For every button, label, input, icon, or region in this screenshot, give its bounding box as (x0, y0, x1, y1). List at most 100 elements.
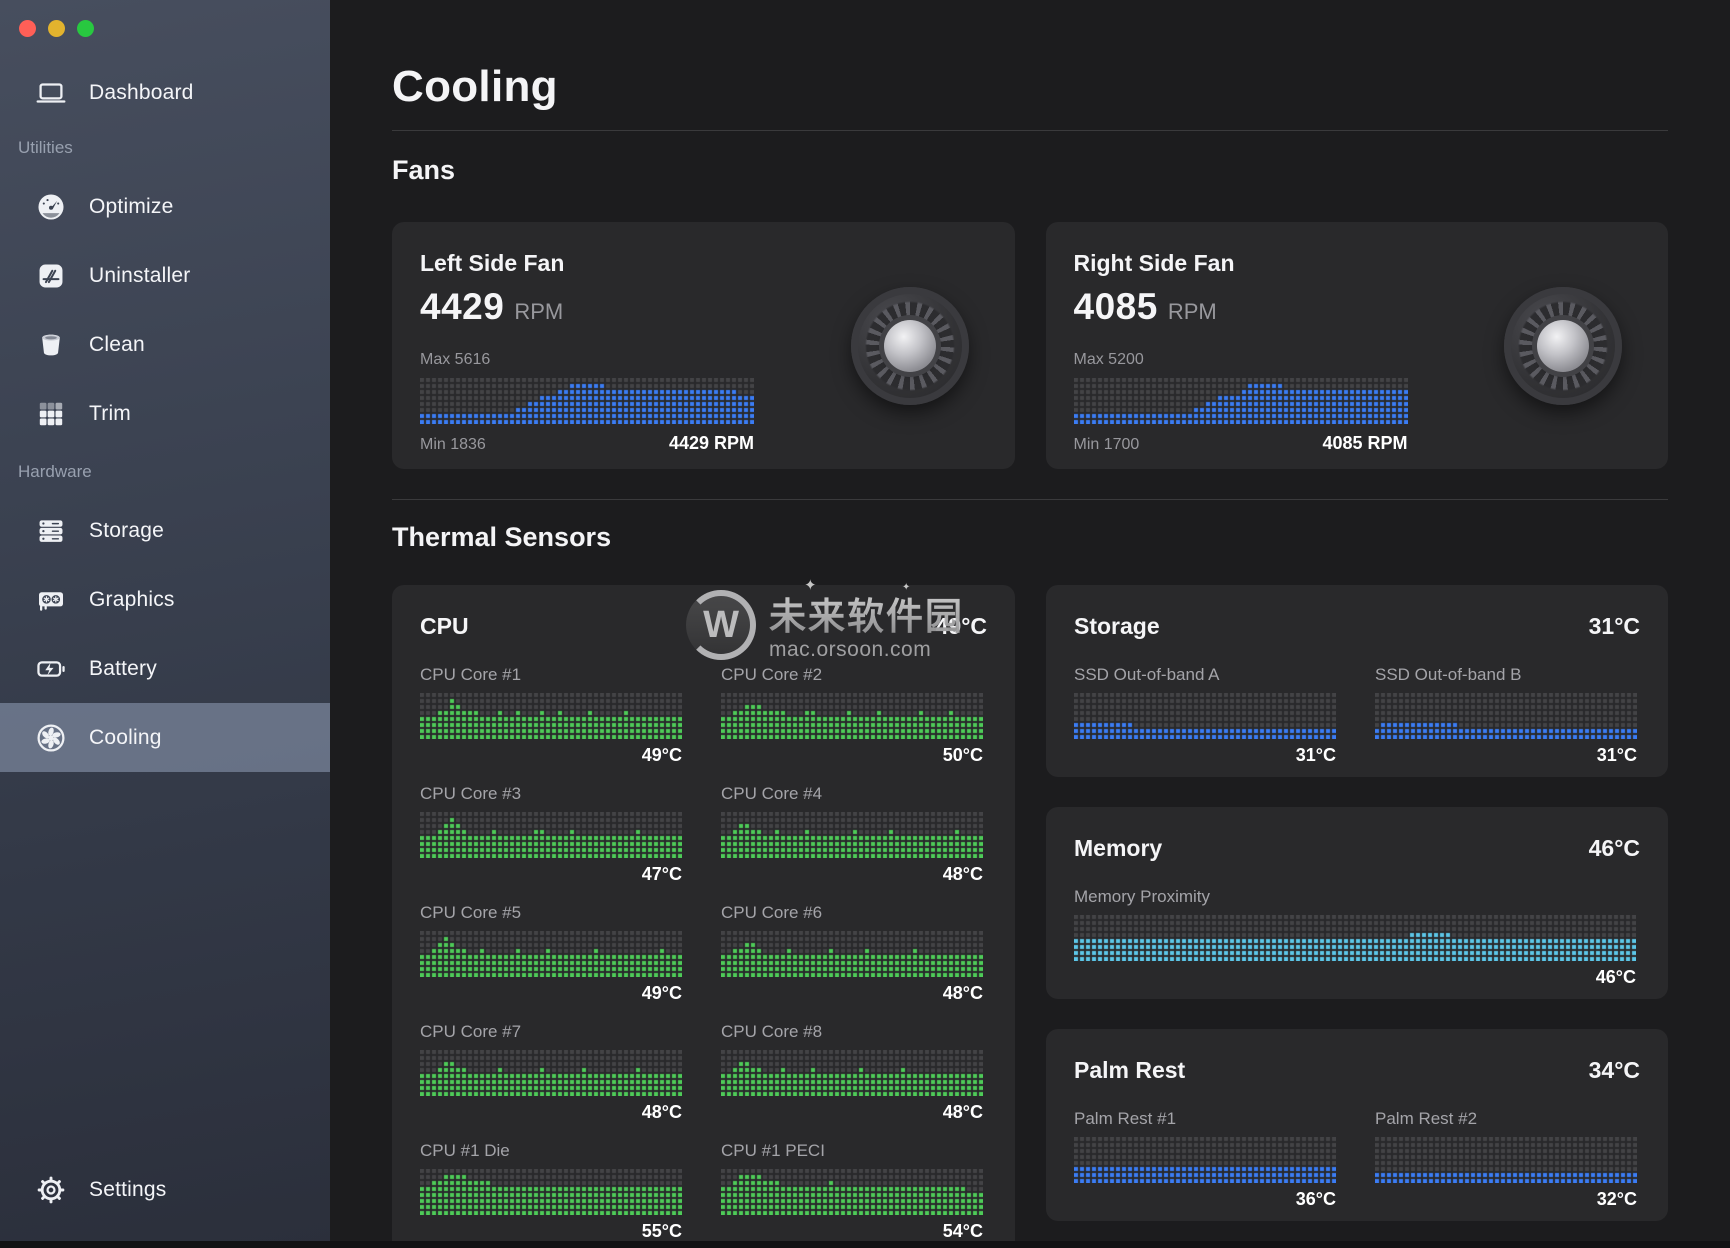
sensor-temp: 55°C (420, 1221, 682, 1242)
card-temp: 46°C (1589, 835, 1640, 862)
sensor-block: CPU Core #1 49°C (420, 665, 682, 766)
sensor-temp: 54°C (721, 1221, 983, 1242)
sidebar-nav: Dashboard Utilities Optimize Uninstaller… (0, 62, 330, 772)
fan-image (851, 287, 969, 405)
window-controls (19, 20, 94, 37)
laptop-icon (34, 76, 68, 110)
fan-rpm-value: 4085 (1074, 286, 1158, 327)
card-title: Memory (1074, 835, 1162, 862)
left-fan-history-chart (420, 378, 754, 424)
fan-min-label: Min 1836 (420, 436, 486, 454)
minimize-button[interactable] (48, 20, 65, 37)
sensor-block: Memory Proximity 46°C (1074, 887, 1636, 988)
sensor-temp: 32°C (1375, 1189, 1637, 1210)
sensor-temp: 46°C (1074, 967, 1636, 988)
sensor-history-chart (1375, 693, 1637, 739)
sidebar-item-uninstaller[interactable]: Uninstaller (0, 241, 330, 310)
divider (392, 499, 1668, 500)
appstore-icon (34, 259, 68, 293)
sensor-block: CPU Core #2 50°C (721, 665, 983, 766)
fans-section-title: Fans (392, 155, 1668, 186)
sensor-label: CPU Core #1 (420, 665, 682, 685)
storage-sensors-card: Storage 31°C SSD Out-of-band A31°C SSD Ou… (1046, 585, 1668, 777)
sensor-history-chart (420, 812, 682, 858)
sensor-temp: 49°C (420, 983, 682, 1004)
left-fan-card: Left Side Fan 4429RPM Max 5616 Min 1836 … (392, 222, 1015, 469)
sidebar-item-label: Cooling (89, 726, 162, 750)
sensor-history-chart (1074, 693, 1336, 739)
sensor-history-chart (420, 1050, 682, 1096)
sensor-block: CPU #1 Die 55°C (420, 1141, 682, 1242)
sidebar-item-storage[interactable]: Storage (0, 496, 330, 565)
fan-name: Right Side Fan (1074, 250, 1641, 277)
sensor-label: CPU #1 Die (420, 1141, 682, 1161)
sensor-block: CPU Core #748°C (420, 1022, 682, 1123)
fan-rpm-unit: RPM (1168, 299, 1217, 324)
fan-rpm-value: 4429 (420, 286, 504, 327)
sidebar-item-label: Storage (89, 519, 164, 543)
fan-name: Left Side Fan (420, 250, 987, 277)
card-title: CPU (420, 613, 469, 640)
sensor-history-chart (1375, 1137, 1637, 1183)
card-temp: 34°C (1589, 1057, 1640, 1084)
sidebar-item-label: Optimize (89, 195, 173, 219)
sidebar-item-dashboard[interactable]: Dashboard (0, 62, 330, 124)
sensor-block: CPU Core #5 49°C (420, 903, 682, 1004)
memory-sensors-card: Memory 46°C Memory Proximity 46°C (1046, 807, 1668, 999)
sidebar-item-optimize[interactable]: Optimize (0, 172, 330, 241)
sidebar-item-battery[interactable]: Battery (0, 634, 330, 703)
sidebar-item-cooling[interactable]: Cooling (0, 703, 330, 772)
fan-icon (34, 721, 68, 755)
sidebar-item-label: Battery (89, 657, 157, 681)
zoom-button[interactable] (77, 20, 94, 37)
sensor-label: Memory Proximity (1074, 887, 1636, 907)
thermal-section-title: Thermal Sensors (392, 522, 1668, 553)
sensor-label: CPU Core #7 (420, 1022, 682, 1042)
sensor-block: CPU #1 PECI54°C (721, 1141, 983, 1242)
close-button[interactable] (19, 20, 36, 37)
sensor-history-chart (721, 1050, 983, 1096)
card-temp: 49°C (936, 613, 987, 640)
sensor-temp: 47°C (420, 864, 682, 885)
sensor-temp: 50°C (721, 745, 983, 766)
sensor-block: SSD Out-of-band A31°C (1074, 665, 1336, 766)
sidebar-item-label: Dashboard (89, 81, 194, 105)
cpu-sensors-card: CPU 49°C CPU Core #149°CCPU Core #250°CC… (392, 585, 1015, 1248)
sensor-label: CPU Core #2 (721, 665, 983, 685)
fan-current-label: 4429 RPM (669, 433, 754, 454)
gear-icon (34, 1173, 68, 1207)
card-title: Storage (1074, 613, 1160, 640)
sidebar: Dashboard Utilities Optimize Uninstaller… (0, 0, 330, 1248)
sensor-temp: 49°C (420, 745, 682, 766)
sensor-history-chart (721, 1169, 983, 1215)
sensor-history-chart (420, 1169, 682, 1215)
main-content: Cooling Fans Left Side Fan 4429RPM Max 5… (330, 0, 1730, 1248)
sensor-history-chart (1074, 915, 1636, 961)
sensor-label: SSD Out-of-band B (1375, 665, 1637, 685)
sidebar-item-label: Uninstaller (89, 264, 190, 288)
sensor-label: CPU Core #3 (420, 784, 682, 804)
sidebar-item-trim[interactable]: Trim (0, 379, 330, 448)
sensor-block: Palm Rest #232°C (1375, 1109, 1637, 1210)
sensor-history-chart (420, 931, 682, 977)
server-icon (34, 514, 68, 548)
card-title: Palm Rest (1074, 1057, 1185, 1084)
sensor-block: SSD Out-of-band B31°C (1375, 665, 1637, 766)
right-fan-history-chart (1074, 378, 1408, 424)
sensor-history-chart (420, 693, 682, 739)
sensor-label: CPU Core #5 (420, 903, 682, 923)
sidebar-item-clean[interactable]: Clean (0, 310, 330, 379)
sensor-temp: 31°C (1074, 745, 1336, 766)
trash-icon (34, 328, 68, 362)
sensor-temp: 36°C (1074, 1189, 1336, 1210)
fan-image (1504, 287, 1622, 405)
sensor-history-chart (721, 931, 983, 977)
sensor-temp: 48°C (721, 864, 983, 885)
card-temp: 31°C (1589, 613, 1640, 640)
fan-rpm-unit: RPM (514, 299, 563, 324)
sidebar-item-settings[interactable]: Settings (0, 1155, 330, 1224)
sidebar-item-label: Clean (89, 333, 145, 357)
sensor-temp: 48°C (721, 983, 983, 1004)
sidebar-item-label: Trim (89, 402, 131, 426)
sidebar-item-graphics[interactable]: Graphics (0, 565, 330, 634)
